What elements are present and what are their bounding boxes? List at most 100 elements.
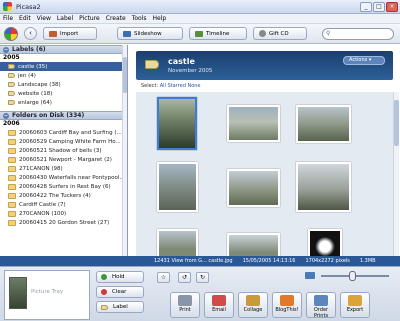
label-item[interactable]: Landscape (38) xyxy=(0,80,127,89)
label-text: jen (4) xyxy=(18,72,36,79)
menu-file[interactable]: File xyxy=(3,15,13,22)
close-button[interactable]: × xyxy=(386,1,398,12)
folder-text: 20060521 Shadow of bells (3) xyxy=(19,147,102,154)
folder-item[interactable]: 271CANON (98) xyxy=(0,164,127,173)
label-text: website (18) xyxy=(18,90,53,97)
thumbnail-grid xyxy=(136,92,393,256)
folder-icon xyxy=(8,219,16,226)
blogthis-label: BlogThis! xyxy=(275,307,299,313)
actions-dropdown[interactable]: Actions ▾ xyxy=(343,56,385,65)
scrollbar-thumb[interactable] xyxy=(394,100,399,146)
email-icon xyxy=(212,295,226,306)
folder-icon xyxy=(8,201,16,208)
folder-icon xyxy=(8,174,16,181)
folder-item[interactable]: 20060428 Surfers in Rest Bay (6) xyxy=(0,182,127,191)
star-button[interactable]: ☆ xyxy=(157,272,170,283)
select-all-link[interactable]: All xyxy=(160,83,166,89)
export-label: Export xyxy=(346,307,364,313)
clear-button[interactable]: Clear xyxy=(96,286,144,298)
rotate-left-button[interactable]: ↺ xyxy=(178,272,191,283)
photo-thumbnail[interactable] xyxy=(227,233,280,256)
folder-item[interactable]: 20060415 20 Gordon Street (27) xyxy=(0,218,127,227)
zoom-control xyxy=(305,269,395,283)
export-button[interactable]: Export xyxy=(340,292,370,318)
clear-label: Clear xyxy=(112,289,127,295)
folder-item[interactable]: 20060603 Cardiff Bay and Surfing (... xyxy=(0,128,127,137)
folder-item[interactable]: 20060521 Shadow of bells (3) xyxy=(0,146,127,155)
order-prints-label: Order Prints xyxy=(313,307,329,319)
scrollbar-thumb[interactable] xyxy=(123,57,127,93)
folder-item[interactable]: 270CANON (100) xyxy=(0,209,127,218)
print-label: Print xyxy=(179,307,191,313)
folder-item[interactable]: 20060529 Camping White Farm Ho... xyxy=(0,137,127,146)
photo-thumbnail[interactable] xyxy=(308,229,342,256)
menu-bar: File Edit View Label Picture Create Tool… xyxy=(0,14,400,24)
slideshow-button[interactable]: Slideshow xyxy=(117,27,183,40)
label-icon xyxy=(101,304,108,310)
rotate-right-button[interactable]: ↻ xyxy=(196,272,209,283)
minimize-button[interactable]: _ xyxy=(360,1,372,12)
select-none-link[interactable]: None xyxy=(187,83,200,89)
actions-label: Actions xyxy=(349,57,368,63)
label-item[interactable]: enlarge (64) xyxy=(0,98,127,107)
label-item[interactable]: castle (35) xyxy=(0,62,127,71)
label-item[interactable]: website (18) xyxy=(0,89,127,98)
menu-help[interactable]: Help xyxy=(152,15,166,22)
folder-item[interactable]: Cardiff Castle (7) xyxy=(0,200,127,209)
sidebar-scrollbar[interactable] xyxy=(122,45,127,256)
photo-thumbnail[interactable] xyxy=(296,105,351,143)
album-date: November 2005 xyxy=(168,68,213,74)
back-button[interactable]: ‹ xyxy=(24,27,37,40)
menu-label[interactable]: Label xyxy=(57,15,73,22)
tray-photo[interactable] xyxy=(9,277,27,309)
folder-item[interactable]: 20060430 Waterfalls near Pontypool... xyxy=(0,173,127,182)
menu-picture[interactable]: Picture xyxy=(79,15,100,22)
gift-cd-label: Gift CD xyxy=(269,30,289,37)
status-datetime: 15/05/2005 14:13:16 xyxy=(242,258,296,264)
window-title: Picasa2 xyxy=(16,2,41,11)
photo-thumbnail[interactable] xyxy=(157,229,198,256)
photo-thumbnail[interactable] xyxy=(227,105,280,142)
labels-section-header[interactable]: − Labels (6) xyxy=(0,45,127,54)
folder-text: 20060422 The Tuckers (4) xyxy=(19,192,91,199)
menu-edit[interactable]: Edit xyxy=(19,15,31,22)
order-prints-button[interactable]: Order Prints xyxy=(306,292,336,319)
folder-icon xyxy=(8,192,16,199)
tray-label: Picture Tray xyxy=(31,289,64,295)
photo-thumbnail[interactable] xyxy=(296,162,351,212)
folder-text: 20060430 Waterfalls near Pontypool... xyxy=(19,174,125,181)
photo-thumbnail[interactable] xyxy=(157,162,198,212)
collage-button[interactable]: Collage xyxy=(238,292,268,318)
print-button[interactable]: Print xyxy=(170,292,200,318)
menu-create[interactable]: Create xyxy=(106,15,126,22)
tray-preview: Picture Tray xyxy=(4,270,90,320)
email-button[interactable]: Email xyxy=(204,292,234,318)
label-icon xyxy=(8,91,15,96)
timeline-button[interactable]: Timeline xyxy=(189,27,247,40)
label-icon xyxy=(8,73,15,78)
select-label: Select: xyxy=(141,83,159,89)
photo-thumbnail[interactable] xyxy=(157,97,197,150)
zoom-slider-handle[interactable] xyxy=(349,271,356,281)
search-input[interactable]: ⚲ xyxy=(322,27,394,40)
hold-button[interactable]: Hold xyxy=(96,271,144,283)
folders-section-header[interactable]: − Folders on Disk (334) xyxy=(0,111,127,120)
folder-icon xyxy=(8,210,16,217)
gift-cd-button[interactable]: Gift CD xyxy=(253,27,307,40)
collapse-icon[interactable]: − xyxy=(3,46,9,53)
timeline-label: Timeline xyxy=(206,30,230,37)
maximize-button[interactable]: □ xyxy=(373,1,385,12)
label-item[interactable]: jen (4) xyxy=(0,71,127,80)
label-button[interactable]: Label xyxy=(96,301,144,313)
collapse-icon[interactable]: − xyxy=(3,112,9,119)
grid-scrollbar[interactable] xyxy=(393,92,399,256)
select-starred-link[interactable]: Starred xyxy=(168,83,186,89)
photo-thumbnail[interactable] xyxy=(227,169,280,207)
blogthis-button[interactable]: BlogThis! xyxy=(272,292,302,318)
import-button[interactable]: Import xyxy=(43,27,97,40)
menu-view[interactable]: View xyxy=(37,15,51,22)
menu-tools[interactable]: Tools xyxy=(132,15,147,22)
folder-item[interactable]: 20060422 The Tuckers (4) xyxy=(0,191,127,200)
selection-bar: Select: All Starred None xyxy=(141,83,201,89)
folder-item[interactable]: 20060521 Newport - Margaret (2) xyxy=(0,155,127,164)
